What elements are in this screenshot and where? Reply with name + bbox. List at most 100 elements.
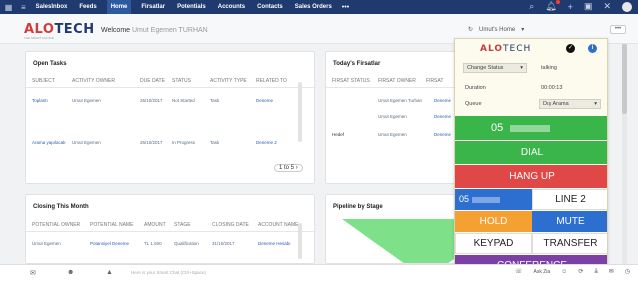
menu-icon[interactable]: ≡ xyxy=(21,3,26,12)
pagination[interactable]: 1 to 5 › xyxy=(274,164,303,172)
masked-number xyxy=(510,124,551,132)
hold-button[interactable]: HOLD xyxy=(455,211,532,232)
table-row[interactable]: Arama yapılacak Umut Egemen 26/10/2017 I… xyxy=(26,140,300,145)
page-scrollbar[interactable] xyxy=(622,44,627,264)
welcome-label: Welcome xyxy=(101,27,131,34)
col-header: ACTIVITY TYPE xyxy=(210,78,247,84)
task-status: In Progress xyxy=(172,140,196,145)
task-subject[interactable]: Toplantı xyxy=(26,98,66,103)
mail-icon[interactable]: ✉ xyxy=(609,268,614,275)
chat-icon[interactable]: ✉ xyxy=(30,269,36,277)
add-icon[interactable]: + xyxy=(568,2,573,12)
nav-contacts[interactable]: Contacts xyxy=(255,0,285,14)
firsat-owner: Umut Egemen xyxy=(378,132,407,137)
welcome-message: Welcome Umut Egemen TURHAN xyxy=(101,27,208,34)
avatar[interactable] xyxy=(622,1,632,12)
pipeline-title: Pipeline by Stage xyxy=(333,204,383,210)
feedback-icon[interactable]: ☺ xyxy=(561,269,567,275)
translate-icon[interactable]: ā xyxy=(594,269,597,275)
apps-grid-icon[interactable]: ▦ xyxy=(4,3,13,12)
potential-amount: TL 1.500 xyxy=(144,241,162,246)
task-status: Not Started xyxy=(172,98,195,103)
col-header: FIRSAT xyxy=(426,78,444,84)
table-row[interactable]: Hedef Umut Egemen Deneme xyxy=(326,132,456,137)
queue-select[interactable]: Dış Arama xyxy=(539,99,601,109)
table-row[interactable]: Toplantı Umut Egemen 25/10/2017 Not Star… xyxy=(26,98,300,103)
clock-icon[interactable]: ◷ xyxy=(625,268,630,275)
user-icon[interactable]: ▲ xyxy=(106,269,113,276)
potential-account[interactable]: Deneme Hesabı xyxy=(252,241,300,246)
firsat-name[interactable]: Deneme xyxy=(428,132,456,137)
keypad-button[interactable]: KEYPAD xyxy=(455,233,532,254)
nav-sales-orders[interactable]: Sales Orders xyxy=(293,0,334,14)
number-display-text: 05 xyxy=(491,122,504,134)
mute-button[interactable]: MUTE xyxy=(532,211,607,232)
calendar-icon[interactable]: ▣ xyxy=(584,1,593,12)
nav-home[interactable]: Home xyxy=(106,0,132,14)
topbar-actions: ⌕ 🔔︎ + ▣ ✕ xyxy=(529,0,632,12)
refresh-icon[interactable]: ↻ xyxy=(468,26,473,33)
queue-row: Queue Dış Arama xyxy=(461,99,603,111)
check-icon[interactable]: ✓ xyxy=(566,44,575,53)
col-header: FIRSAT OWNER xyxy=(378,78,416,84)
nav-salesinbox[interactable]: SalesInbox xyxy=(34,0,70,14)
nav-firsatlar[interactable]: Firsatlar xyxy=(139,0,167,14)
task-due-date: 26/10/2017 xyxy=(140,140,163,145)
header-more-button[interactable]: ••• xyxy=(610,25,626,34)
col-header: STATUS xyxy=(172,78,191,84)
closing-month-title: Closing This Month xyxy=(33,204,89,210)
firsatlar-header: FIRSAT STATUS FIRSAT OWNER FIRSAT xyxy=(326,78,456,88)
line1-display[interactable]: 05 xyxy=(455,189,532,210)
open-tasks-title: Open Tasks xyxy=(33,61,67,67)
smart-chat-input[interactable]: Here is your Smart Chat (Ctrl+Space) xyxy=(131,270,206,275)
ask-zia-button[interactable]: Ask Zia xyxy=(534,269,551,275)
notifications-icon[interactable]: 🔔︎ xyxy=(545,0,561,12)
nav-potentials[interactable]: Potentials xyxy=(175,0,208,14)
info-icon[interactable]: i xyxy=(588,44,597,53)
search-icon[interactable]: ⌕ xyxy=(529,1,534,12)
settings-icon[interactable]: ✕ xyxy=(603,1,611,12)
dial-button[interactable]: DIAL xyxy=(455,141,607,164)
nav-more-button[interactable]: ••• xyxy=(342,4,349,11)
home-selector[interactable]: ↻ Umut's Home ▾ xyxy=(468,26,524,34)
top-navigation: ▦ ≡ SalesInbox Feeds Home Firsatlar Pote… xyxy=(0,0,638,14)
task-related[interactable]: Deneme 2 xyxy=(250,140,300,145)
status-value: talking xyxy=(541,65,557,71)
contacts-icon[interactable]: ☻ xyxy=(67,269,74,276)
sync-icon[interactable]: ⟳ xyxy=(578,268,583,275)
dialer-widget: ALOTECH ✓ i Change Status talking Durati… xyxy=(454,38,608,268)
scrollbar[interactable] xyxy=(298,223,302,259)
table-row[interactable]: Umut Egemen Potansiyel Deneme TL 1.500 Q… xyxy=(26,241,300,246)
pipeline-funnel[interactable] xyxy=(342,219,454,263)
duration-value: 00:00:13 xyxy=(541,85,563,91)
task-owner: Umut Egemen xyxy=(72,98,101,103)
scrollbar-thumb[interactable] xyxy=(622,44,627,114)
task-related[interactable]: Deneme xyxy=(250,98,300,103)
task-subject[interactable]: Arama yapılacak xyxy=(26,140,66,145)
hangup-button[interactable]: HANG UP xyxy=(455,165,607,188)
line2-button[interactable]: LINE 2 xyxy=(532,189,607,210)
table-row[interactable]: Umut Egemen Deneme xyxy=(326,114,456,119)
firsat-status: Hedef xyxy=(332,132,345,137)
chevron-right-icon[interactable]: › xyxy=(296,165,298,171)
nav-accounts[interactable]: Accounts xyxy=(216,0,247,14)
table-row[interactable]: Umut Egemen Turhan Deneme xyxy=(326,98,456,103)
firsat-name[interactable]: Deneme xyxy=(428,114,456,119)
firsat-owner: Umut Egemen Turhan xyxy=(378,98,423,103)
transfer-button[interactable]: TRANSFER xyxy=(532,233,607,254)
phone-icon[interactable]: ☏ xyxy=(515,268,523,275)
number-display[interactable]: 05 xyxy=(455,116,607,140)
nav-feeds[interactable]: Feeds xyxy=(77,0,98,14)
change-status-select[interactable]: Change Status xyxy=(463,63,527,73)
open-tasks-header: SUBJECT ACTIVITY OWNER DUE DATE STATUS A… xyxy=(26,78,316,88)
queue-label: Queue xyxy=(465,101,482,107)
firsat-owner: Umut Egemen xyxy=(378,114,407,119)
col-header: CLOSING DATE xyxy=(212,222,249,228)
col-header: DUE DATE xyxy=(140,78,165,84)
scrollbar[interactable] xyxy=(298,82,302,142)
potential-name[interactable]: Potansiyel Deneme xyxy=(84,241,138,246)
potential-closing-date: 31/10/2017 xyxy=(212,241,235,246)
firsat-status xyxy=(326,114,372,119)
masked-number xyxy=(471,196,500,203)
firsat-name[interactable]: Deneme xyxy=(428,98,456,103)
